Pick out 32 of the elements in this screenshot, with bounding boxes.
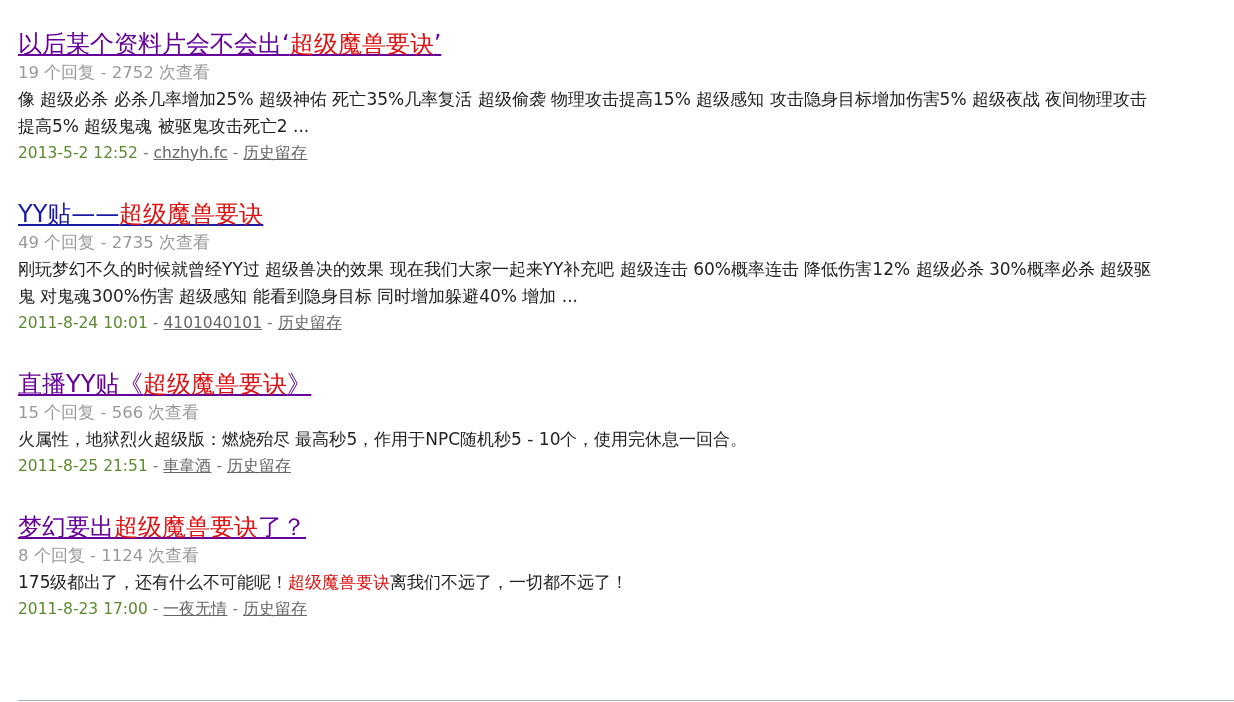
result-stats: 19 个回复 - 2752 次查看 xyxy=(18,62,211,84)
archive-link[interactable]: 历史留存 xyxy=(227,453,291,479)
separator: - xyxy=(232,599,238,620)
author-link[interactable]: 一夜无情 xyxy=(163,596,228,622)
result-stats: 49 个回复 - 2735 次查看 xyxy=(18,232,211,254)
result-stats: 8 个回复 - 1124 次查看 xyxy=(18,545,201,567)
post-date: 2011-8-23 17:00 xyxy=(18,599,148,620)
result-snippet: 刚玩梦幻不久的时候就曾经YY过 超级兽决的效果 现在我们大家一起来YY补充吧 超级连击 60%概率连击 降低伤害12% 超级必杀 30%概率必杀 超级驱鬼 对鬼魂300%伤害 超级感知 能看到隐身目标 同时增加躲避40% 增加 ... xyxy=(18,258,1153,308)
result-stats: 15 个回复 - 566 次查看 xyxy=(18,402,201,424)
result-title-link[interactable]: 直播YY贴《超级魔兽要诀》 xyxy=(18,368,312,400)
author-link[interactable]: chzhyh.fc xyxy=(153,140,228,166)
separator: - xyxy=(267,313,273,334)
result-snippet: 像 超级必杀 必杀几率增加25% 超级神佑 死亡35%几率复活 超级偷袭 物理攻击提高15% 超级感知 攻击隐身目标增加伤害5% 超级夜战 夜间物理攻击提高5% 超级鬼魂 被驱鬼攻击死亡2 ... xyxy=(18,88,1149,138)
result-snippet: 175级都出了，还有什么不可能呢！超级魔兽要诀离我们不远了，一切都不远了！ xyxy=(18,571,630,594)
result-snippet: 火属性，地狱烈火超级版：燃烧殆尽 最高秒5，作用于NPC随机秒5 - 10个，使用完休息一回合。 xyxy=(18,428,749,451)
separator: - xyxy=(232,143,239,164)
author-link[interactable]: 車韋酒 xyxy=(163,453,212,479)
separator: - xyxy=(216,456,222,477)
post-date: 2011-8-25 21:51 xyxy=(18,456,148,477)
archive-link[interactable]: 历史留存 xyxy=(243,596,307,622)
post-date: 2011-8-24 10:01 xyxy=(18,313,148,334)
separator: - xyxy=(142,143,149,164)
result-title-link[interactable]: 梦幻要出超级魔兽要诀了？ xyxy=(18,511,306,543)
separator: - xyxy=(152,599,159,620)
separator: - xyxy=(152,313,159,334)
separator: - xyxy=(152,456,159,477)
post-date: 2013-5-2 12:52 xyxy=(18,143,138,164)
result-title-link[interactable]: 以后某个资料片会不会出‘超级魔兽要诀’ xyxy=(18,28,442,60)
author-link[interactable]: 4101040101 xyxy=(163,310,263,336)
result-title-link[interactable]: YY贴——超级魔兽要诀 xyxy=(18,198,264,230)
archive-link[interactable]: 历史留存 xyxy=(243,140,308,166)
archive-link[interactable]: 历史留存 xyxy=(277,310,342,336)
